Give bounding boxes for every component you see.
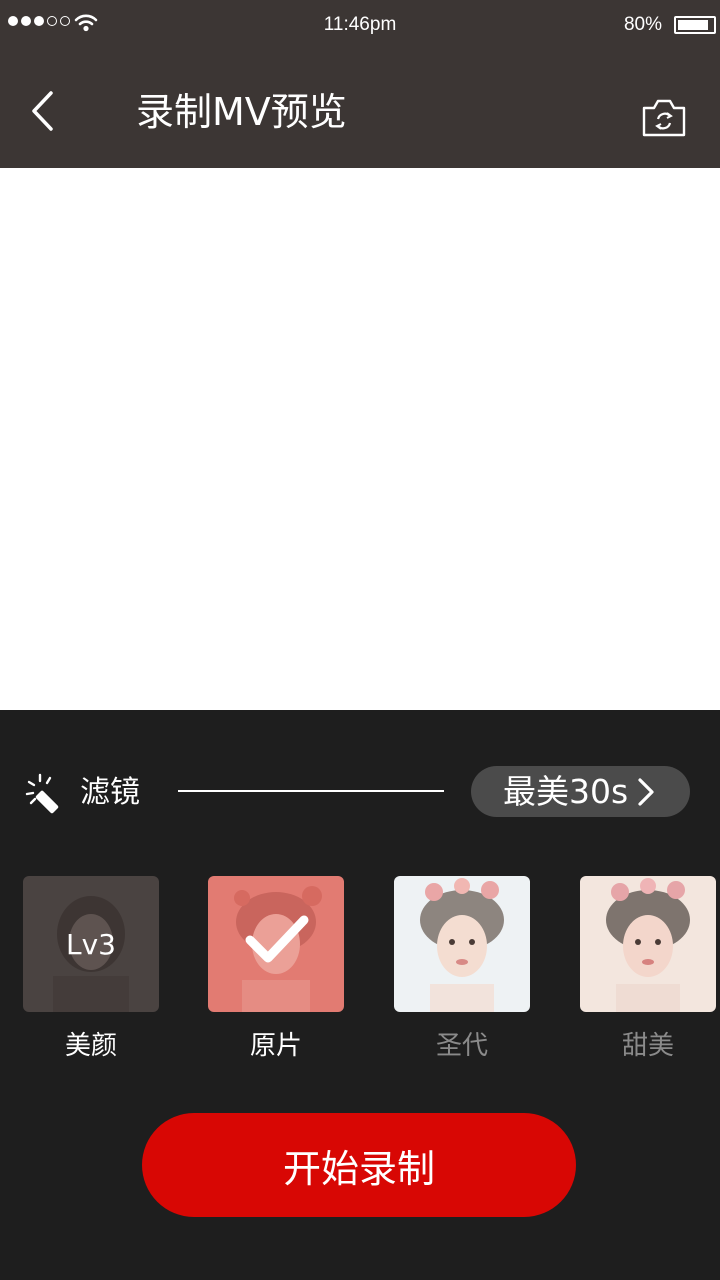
filter-name: 甜美 (621, 1031, 674, 1061)
status-time: 11:46pm (323, 14, 397, 35)
battery-percentage: 80% (623, 14, 662, 35)
filter-list: Lv3 美颜 原片 圣代 甜美 (0, 876, 720, 1076)
best-30s-label: 最美30s (503, 772, 629, 811)
magic-wand-icon (25, 773, 59, 814)
divider (178, 790, 444, 792)
filter-item-beauty[interactable]: Lv3 美颜 (23, 876, 159, 1064)
filter-thumbnail: Lv3 (23, 876, 159, 1012)
page-title: 录制MV预览 (136, 90, 347, 134)
filter-name: 原片 (249, 1031, 302, 1061)
filter-section-header: 滤镜 (24, 772, 140, 814)
back-button[interactable] (22, 86, 62, 136)
switch-camera-button[interactable] (640, 96, 688, 140)
camera-switch-icon (642, 99, 686, 137)
chevron-left-icon (32, 91, 53, 131)
start-recording-label: 开始录制 (282, 1146, 435, 1191)
header: 11:46pm 80% 录制MV预览 (0, 0, 720, 168)
filter-thumbnail (580, 876, 716, 1012)
battery-icon (674, 16, 716, 34)
filter-thumbnail (208, 876, 344, 1012)
filter-thumbnail (394, 876, 530, 1012)
best-30s-button[interactable]: 最美30s (471, 766, 690, 817)
beauty-level-badge: Lv3 (66, 927, 116, 961)
chevron-right-icon (638, 777, 654, 806)
filter-label: 滤镜 (80, 775, 140, 810)
filter-name: 美颜 (64, 1031, 117, 1061)
filter-name: 圣代 (435, 1031, 488, 1061)
camera-preview (0, 168, 720, 710)
status-bar: 11:46pm 80% (0, 0, 720, 50)
filter-item-sweet[interactable]: 甜美 (580, 876, 716, 1064)
start-recording-button[interactable]: 开始录制 (142, 1113, 576, 1217)
filter-item-sundae[interactable]: 圣代 (394, 876, 530, 1064)
filter-panel: 滤镜 最美30s Lv3 美颜 原片 圣代 甜美 开始录制 (0, 710, 720, 1280)
filter-item-original[interactable]: 原片 (208, 876, 344, 1064)
